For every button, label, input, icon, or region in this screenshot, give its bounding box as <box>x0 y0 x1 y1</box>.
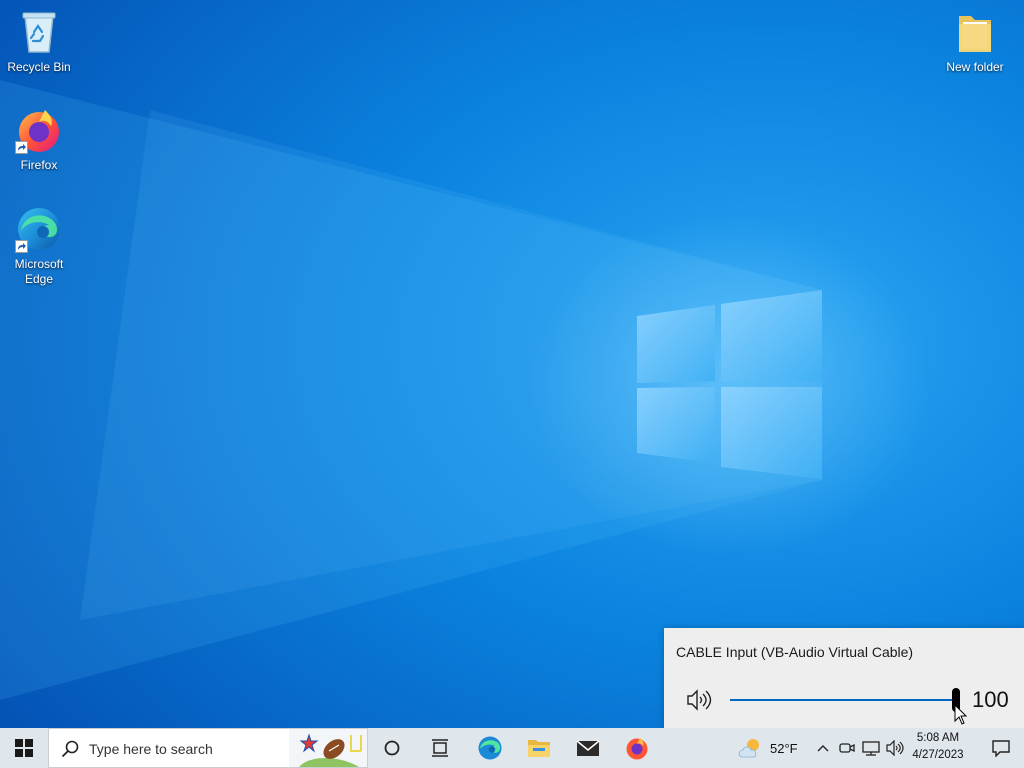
file-explorer-icon <box>528 740 550 757</box>
mouse-cursor-icon <box>954 704 968 725</box>
taskbar: Type here to search 52°F 5:08 AM 4/27/20… <box>0 728 1024 768</box>
network-button[interactable] <box>860 728 882 768</box>
taskbar-clock[interactable]: 5:08 AM 4/27/2023 <box>904 730 972 764</box>
weather-widget[interactable]: 52°F <box>738 728 798 768</box>
taskbar-edge-button[interactable] <box>466 728 514 768</box>
start-button[interactable] <box>0 728 48 768</box>
task-view-icon <box>432 739 448 757</box>
firefox-icon <box>626 738 648 760</box>
clock-date: 4/27/2023 <box>912 749 964 761</box>
desktop-icon-label: New folder <box>946 60 1004 74</box>
cortana-button[interactable] <box>368 728 416 768</box>
desktop-icon-firefox[interactable]: Firefox <box>0 106 78 173</box>
audio-device-name[interactable]: CABLE Input (VB-Audio Virtual Cable) <box>676 644 913 660</box>
taskbar-firefox-button[interactable] <box>613 728 661 768</box>
desktop-icon-new-folder[interactable]: New folder <box>936 8 1014 75</box>
desktop-icon-label: Firefox <box>20 158 58 172</box>
show-hidden-icons-button[interactable] <box>812 728 834 768</box>
desktop-icon-recycle-bin[interactable]: Recycle Bin <box>0 8 78 75</box>
edge-icon <box>478 736 502 760</box>
volume-button[interactable] <box>884 728 906 768</box>
volume-flyout: CABLE Input (VB-Audio Virtual Cable) 100 <box>664 628 1024 728</box>
folder-icon <box>951 8 999 56</box>
meet-now-icon <box>839 743 855 753</box>
cortana-icon <box>384 740 400 756</box>
desktop-icon-edge[interactable]: Microsoft Edge <box>0 205 78 287</box>
action-center-button[interactable] <box>978 728 1024 768</box>
search-highlight-icon[interactable] <box>289 729 367 767</box>
partly-cloudy-icon <box>738 739 759 758</box>
task-view-button[interactable] <box>416 728 464 768</box>
desktop-wallpaper <box>0 0 1024 728</box>
speaker-icon[interactable] <box>686 688 712 712</box>
edge-icon <box>15 205 63 253</box>
taskbar-file-explorer-button[interactable] <box>515 728 563 768</box>
volume-slider-track[interactable] <box>730 699 956 701</box>
shortcut-arrow-icon <box>15 240 28 253</box>
windows-start-icon <box>15 739 33 757</box>
taskbar-search-box[interactable]: Type here to search <box>48 728 368 768</box>
taskbar-mail-button[interactable] <box>564 728 612 768</box>
search-placeholder: Type here to search <box>89 741 213 757</box>
shortcut-arrow-icon <box>15 141 28 154</box>
action-center-icon <box>992 740 1010 757</box>
desktop-icon-label: Recycle Bin <box>7 60 71 74</box>
volume-value: 100 <box>972 687 1009 712</box>
recycle-bin-icon <box>15 8 63 56</box>
firefox-icon <box>15 106 63 154</box>
network-icon <box>862 740 880 756</box>
weather-temperature: 52°F <box>770 740 798 756</box>
search-icon <box>61 740 79 758</box>
chevron-up-icon <box>817 745 829 752</box>
desktop-icon-label: Microsoft Edge <box>14 257 64 286</box>
volume-icon <box>886 740 904 756</box>
mail-icon <box>576 740 600 756</box>
meet-now-button[interactable] <box>837 728 857 768</box>
clock-time: 5:08 AM <box>916 732 960 744</box>
